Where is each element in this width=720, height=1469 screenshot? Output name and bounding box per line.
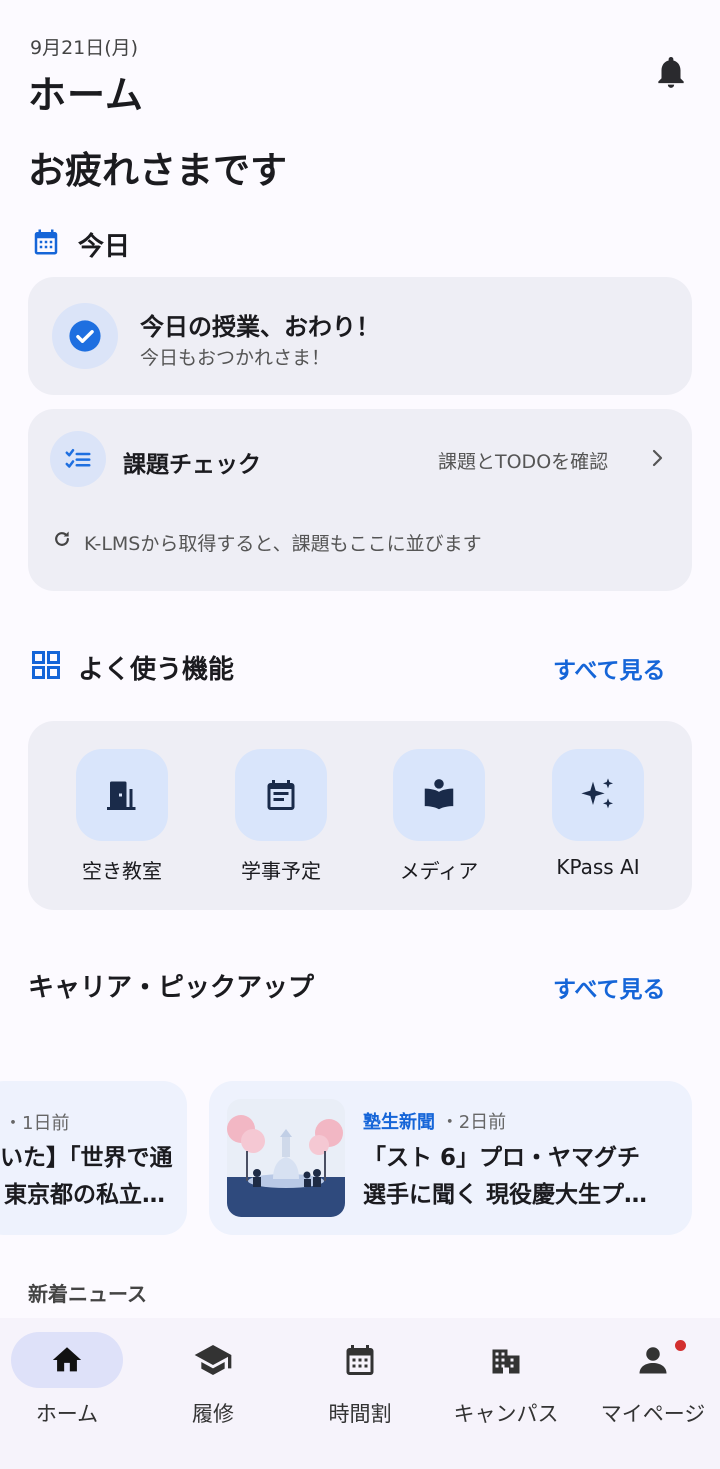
card-headline-line2: 東京都の私立…	[4, 1182, 165, 1208]
card-ago: 1日前	[22, 1113, 70, 1134]
person-icon	[597, 1332, 709, 1388]
bell-icon[interactable]	[652, 52, 690, 92]
nav-item-campus[interactable]: キャンパス	[433, 1332, 579, 1428]
chevron-right-icon[interactable]	[648, 447, 666, 469]
refresh-icon[interactable]	[52, 529, 72, 549]
feature-empty-rooms[interactable]: 空き教室	[42, 749, 202, 884]
feature-kpass-ai[interactable]: KPass AI	[518, 749, 678, 879]
door-icon	[76, 749, 168, 841]
section-title-career: キャリア・ピックアップ	[28, 973, 315, 1003]
nav-item-home[interactable]: ホーム	[0, 1332, 140, 1428]
nav-item-courses[interactable]: 履修	[140, 1332, 286, 1428]
career-card[interactable]: 塾生新聞 ・2日前 「スト 6」プロ・ヤマグチ 選手に聞く 現役慶大生プ…	[209, 1081, 692, 1235]
page-title: ホーム	[28, 73, 144, 117]
feature-media[interactable]: メディア	[359, 749, 519, 884]
section-title-today: 今日	[78, 232, 131, 262]
career-see-all-link[interactable]: すべて見る	[553, 970, 665, 1004]
nav-label: マイページ	[600, 1402, 706, 1426]
feature-label: KPass AI	[556, 855, 640, 879]
classes-card-title: 今日の授業、おわり！	[140, 313, 380, 341]
career-card[interactable]: ・1日前 いた】「世界で通 東京都の私立…	[0, 1081, 187, 1235]
section-title-features: よく使う機能	[78, 655, 235, 685]
card-headline-line1: 「スト 6」プロ・ヤマグチ	[363, 1145, 641, 1171]
card-headline-line1: いた】「世界で通	[0, 1145, 173, 1171]
feature-label: メディア	[399, 859, 479, 883]
task-card-title: 課題チェック	[123, 452, 261, 478]
nav-item-timetable[interactable]: 時間割	[287, 1332, 433, 1428]
bottom-navigation: ホーム 履修 時間割 キャンパス マイページ	[0, 1318, 720, 1469]
card-meta: 塾生新聞 ・2日前	[363, 1112, 507, 1133]
feature-label: 空き教室	[82, 859, 162, 883]
feature-academic-calendar[interactable]: 学事予定	[201, 749, 361, 884]
home-icon	[11, 1332, 123, 1388]
book-reader-icon	[393, 749, 485, 841]
article-thumbnail	[227, 1099, 345, 1217]
features-see-all-link[interactable]: すべて見る	[553, 651, 665, 685]
check-circle-icon	[52, 303, 118, 369]
classes-card-subtitle: 今日もおつかれさま！	[140, 347, 331, 369]
card-source: 塾生新聞	[363, 1112, 435, 1133]
nav-label: 時間割	[328, 1402, 392, 1426]
task-check-card[interactable]: 課題チェック 課題とTODOを確認 K-LMSから取得すると、課題もここに並びま…	[28, 409, 692, 591]
greeting: お疲れさまです	[28, 149, 287, 192]
section-title-news: 新着ニュース	[28, 1282, 147, 1306]
card-ago: 2日前	[458, 1112, 507, 1133]
card-headline-line2: 選手に聞く 現役慶大生プ…	[363, 1182, 648, 1208]
card-meta: ・1日前	[4, 1113, 70, 1134]
grid-icon	[31, 650, 61, 680]
building-icon	[450, 1332, 562, 1388]
calendar-note-icon	[235, 749, 327, 841]
task-todo-link[interactable]: 課題とTODOを確認	[438, 447, 608, 474]
date-label: 9月21日(月)	[30, 37, 139, 59]
nav-label: 履修	[192, 1402, 234, 1426]
graduation-cap-icon	[157, 1332, 269, 1388]
task-card-hint: K-LMSから取得すると、課題もここに並びます	[84, 533, 482, 555]
classes-finished-card: 今日の授業、おわり！ 今日もおつかれさま！	[28, 277, 692, 395]
nav-label: ホーム	[35, 1402, 99, 1426]
feature-label: 学事予定	[241, 859, 321, 883]
notification-dot	[675, 1340, 686, 1351]
checklist-icon	[50, 431, 106, 487]
features-card: 空き教室 学事予定 メディア KPass AI	[28, 721, 692, 910]
nav-item-mypage[interactable]: マイページ	[580, 1332, 720, 1428]
calendar-icon	[31, 227, 61, 257]
nav-label: キャンパス	[453, 1402, 559, 1426]
calendar-icon	[304, 1332, 416, 1388]
sparkle-icon	[552, 749, 644, 841]
